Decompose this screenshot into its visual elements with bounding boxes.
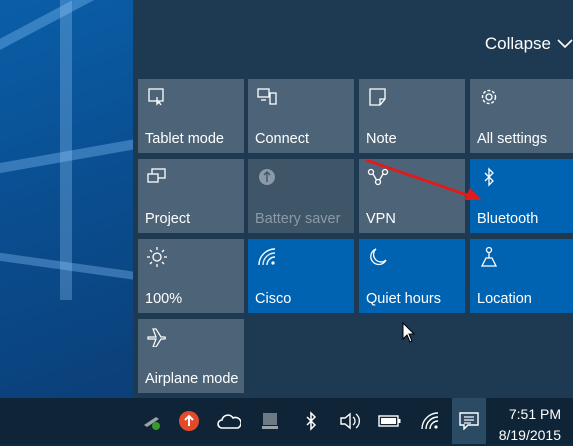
tablet-mode-icon xyxy=(146,87,168,107)
tile-project[interactable]: Project xyxy=(138,159,244,233)
device-icon[interactable] xyxy=(258,408,282,434)
tile-all-settings[interactable]: All settings xyxy=(470,79,573,153)
chevron-down-icon xyxy=(557,39,573,49)
battery-saver-icon xyxy=(256,167,278,187)
collapse-label: Collapse xyxy=(484,34,551,53)
tile-label: Airplane mode xyxy=(145,371,239,387)
tile-battery-saver[interactable]: Battery saver xyxy=(248,159,354,233)
clock-time: 7:51 PM xyxy=(508,406,561,422)
gear-icon xyxy=(478,87,500,107)
onedrive-icon[interactable] xyxy=(217,408,241,434)
tile-label: Quiet hours xyxy=(366,291,441,307)
notification-center-button[interactable] xyxy=(452,398,486,444)
tile-label: 100% xyxy=(145,291,183,307)
location-icon xyxy=(478,246,500,267)
upload-icon[interactable] xyxy=(177,408,201,434)
wifi-icon[interactable] xyxy=(418,408,442,434)
tile-label: Connect xyxy=(255,131,310,147)
collapse-button[interactable]: Collapse xyxy=(485,34,573,54)
moon-icon xyxy=(367,247,389,267)
volume-icon[interactable] xyxy=(338,408,362,434)
tile-label: Bluetooth xyxy=(477,211,539,227)
tile-label: Project xyxy=(145,211,191,227)
connect-icon xyxy=(256,87,278,107)
taskbar xyxy=(0,398,573,444)
tile-location[interactable]: Location xyxy=(470,239,573,313)
mouse-cursor-icon xyxy=(402,322,416,343)
desktop-background xyxy=(0,0,133,398)
tile-wifi-cisco[interactable]: Cisco xyxy=(248,239,354,313)
brightness-icon xyxy=(146,247,168,267)
tile-quiet-hours[interactable]: Quiet hours xyxy=(359,239,465,313)
tile-tablet-mode[interactable]: Tablet mode xyxy=(138,79,244,153)
wifi-icon xyxy=(256,247,278,267)
taskbar-clock[interactable]: 7:51 PM 8/19/2015 xyxy=(499,404,561,446)
tile-note[interactable]: Note xyxy=(359,79,465,153)
tile-label: VPN xyxy=(366,211,396,227)
vpn-icon xyxy=(367,167,389,187)
tile-connect[interactable]: Connect xyxy=(248,79,354,153)
bluetooth-icon xyxy=(478,167,500,187)
tile-label: Battery saver xyxy=(255,211,341,227)
tile-label: Location xyxy=(477,291,532,307)
notification-center-icon xyxy=(459,412,479,430)
tile-label: Note xyxy=(366,131,397,147)
tile-brightness[interactable]: 100% xyxy=(138,239,244,313)
action-center-panel: Collapse Tablet mode Connect Note All se… xyxy=(133,0,573,398)
battery-icon[interactable] xyxy=(378,408,402,434)
network-warning-icon[interactable] xyxy=(140,408,164,434)
project-icon xyxy=(146,167,168,187)
tile-vpn[interactable]: VPN xyxy=(359,159,465,233)
tile-bluetooth[interactable]: Bluetooth xyxy=(470,159,573,233)
clock-date: 8/19/2015 xyxy=(498,427,561,443)
note-icon xyxy=(367,87,389,107)
airplane-icon xyxy=(146,327,168,347)
tile-label: All settings xyxy=(477,131,548,147)
bluetooth-icon[interactable] xyxy=(299,408,323,434)
tile-airplane-mode[interactable]: Airplane mode xyxy=(138,319,244,393)
tile-label: Cisco xyxy=(255,291,292,307)
tile-label: Tablet mode xyxy=(145,131,224,147)
